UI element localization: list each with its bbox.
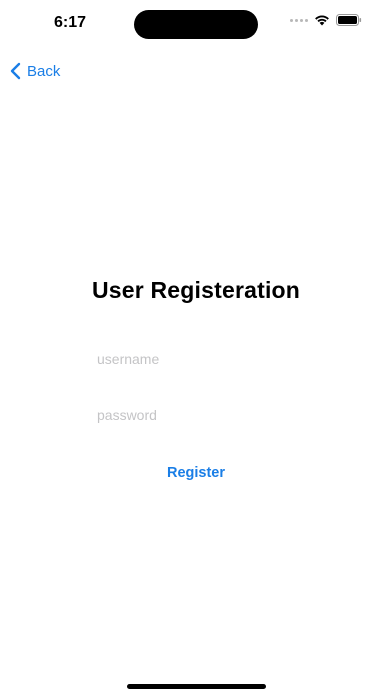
chevron-left-icon xyxy=(10,62,21,80)
back-button[interactable]: Back xyxy=(9,62,60,80)
home-indicator xyxy=(127,684,266,689)
dynamic-island xyxy=(134,10,258,39)
username-input[interactable] xyxy=(97,348,297,370)
back-button-label: Back xyxy=(27,62,61,80)
password-input[interactable] xyxy=(97,404,297,426)
wifi-icon xyxy=(315,15,329,26)
battery-icon xyxy=(336,14,362,26)
status-time: 6:17 xyxy=(54,14,87,31)
status-indicators xyxy=(290,14,362,26)
cellular-signal-icon xyxy=(290,18,308,22)
app-screen: 6:17 Back User Registeration Register xyxy=(0,0,392,696)
page-title: User Registeration xyxy=(91,277,301,303)
register-button[interactable]: Register xyxy=(146,461,246,485)
